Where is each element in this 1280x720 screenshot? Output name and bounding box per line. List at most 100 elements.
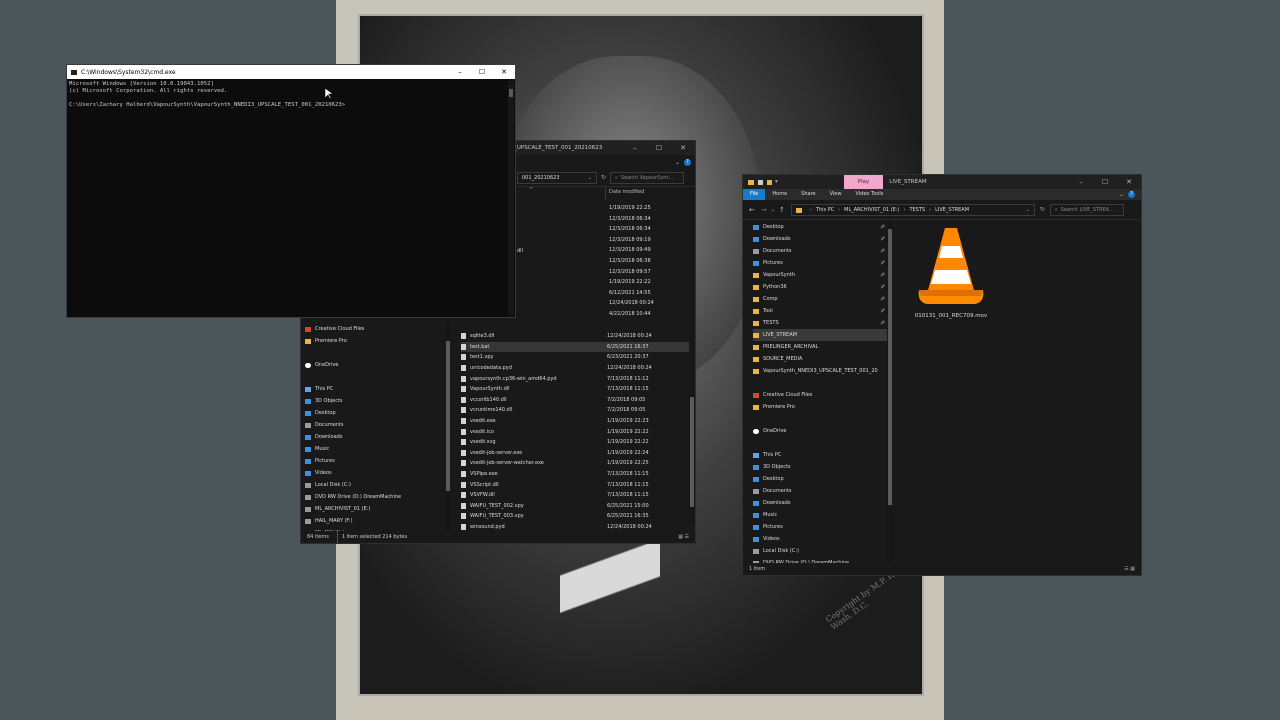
search-input[interactable]: ⌕ Search LIVE_STREA...	[1049, 203, 1124, 216]
nav-item[interactable]: SOURCE_MEDIA	[753, 353, 889, 365]
ribbon-tab[interactable]: Share	[794, 189, 822, 200]
file-row[interactable]: VapourSynth.dll 7/13/2018 11:15	[461, 384, 691, 395]
nav-item[interactable]: VapourSynth_NNEDI3_UPSCALE_TEST_001_20	[753, 365, 889, 377]
nav-item[interactable]: Downloads	[305, 431, 451, 443]
chevron-down-icon[interactable]: ⌄	[588, 173, 592, 184]
breadcrumb-item[interactable]: ML_ARCHIVIST_01 (E:)	[844, 205, 899, 215]
minimize-icon[interactable]: –	[623, 141, 647, 155]
nav-item[interactable]: Local Disk (C:)	[305, 479, 451, 491]
file-scrollbar[interactable]	[689, 187, 695, 523]
back-arrow-icon[interactable]: ←	[749, 206, 755, 214]
file-row[interactable]: test.bat 6/25/2021 16:37	[461, 341, 691, 353]
qat-dropdown-icon[interactable]: ▾	[775, 179, 778, 185]
nav-item[interactable]: Pictures	[753, 521, 889, 533]
new-folder-icon[interactable]	[767, 179, 772, 185]
ribbon-tab[interactable]: File	[743, 189, 766, 200]
nav-item[interactable]: Music	[753, 509, 889, 521]
file-row[interactable]: vsedit.exe 1/19/2019 22:23	[461, 416, 691, 427]
nav-item[interactable]: Desktop 📌	[753, 221, 889, 233]
close-icon[interactable]: ✕	[1117, 175, 1141, 189]
nav-item[interactable]: Downloads	[753, 497, 889, 509]
nav-scrollbar[interactable]	[445, 321, 451, 531]
view-toggle-icon[interactable]: ☰ ▦	[1124, 563, 1135, 575]
navigation-pane[interactable]: Creative Cloud Files Premiere Pro OneDrive…	[305, 323, 451, 535]
breadcrumb-separator-icon[interactable]: ›	[810, 205, 812, 215]
refresh-icon[interactable]: ↻	[1040, 206, 1045, 213]
breadcrumb-separator-icon[interactable]: ›	[929, 205, 931, 215]
maximize-icon[interactable]: ☐	[1093, 175, 1117, 189]
nav-item[interactable]: Comp 📌	[753, 293, 889, 305]
nav-item[interactable]: Documents 📌	[753, 245, 889, 257]
nav-item[interactable]: Python36 📌	[753, 281, 889, 293]
nav-item[interactable]: OneDrive	[753, 425, 889, 437]
nav-item[interactable]: Local Disk (C:)	[753, 545, 889, 557]
nav-item[interactable]: Pictures	[305, 455, 451, 467]
navigation-pane[interactable]: Desktop 📌 Downloads 📌 Documents 📌 Pictures 📌 Vap…	[753, 221, 889, 565]
file-row[interactable]: VSScript.dll 7/13/2018 11:15	[461, 479, 691, 490]
nav-item[interactable]: Premiere Pro	[305, 335, 451, 347]
address-bar[interactable]: 001_20210623 ⌄	[517, 171, 597, 184]
nav-item[interactable]: DVD RW Drive (D:) DreamMachine	[305, 491, 451, 503]
file-row[interactable]: vcruntime140.dll 7/2/2018 09:05	[461, 405, 691, 416]
nav-item[interactable]: 3D Objects	[753, 461, 889, 473]
cmd-title-bar[interactable]: C:\Windows\System32\cmd.exe – ☐ ✕	[67, 65, 515, 79]
breadcrumb-item[interactable]: TESTS	[909, 205, 925, 215]
nav-item[interactable]: HAIL_MARY (F:)	[305, 515, 451, 527]
nav-item[interactable]: Desktop	[305, 407, 451, 419]
file-row[interactable]: vccorlib140.dll 7/2/2018 09:05	[461, 395, 691, 406]
help-icon[interactable]: ?	[1128, 191, 1135, 198]
file-row[interactable]: vsedit.ico 1/19/2019 22:22	[461, 426, 691, 437]
minimize-icon[interactable]: –	[1069, 175, 1093, 189]
cmd-window[interactable]: C:\Windows\System32\cmd.exe – ☐ ✕ Micros…	[66, 64, 516, 318]
up-arrow-icon[interactable]: ↑	[779, 206, 785, 214]
nav-item[interactable]: ML_ARCHIVIST_01 (E:)	[305, 503, 451, 515]
nav-item[interactable]: PRELINGER_ARCHIVAL	[753, 341, 889, 353]
nav-item[interactable]: Creative Cloud Files	[305, 323, 451, 335]
breadcrumb-separator-icon[interactable]: ›	[903, 205, 905, 215]
cmd-output[interactable]: Microsoft Windows [Version 10.0.19043.10…	[67, 79, 515, 111]
file-row[interactable]: vsedit-job-server-watcher.exe 1/19/2019 2…	[461, 458, 691, 469]
help-icon[interactable]: ?	[684, 158, 691, 166]
maximize-icon[interactable]: ☐	[471, 65, 493, 79]
file-row[interactable]: WAIFU_TEST_003.vpy 6/25/2021 16:35	[461, 511, 691, 522]
properties-icon[interactable]	[758, 179, 763, 185]
file-row[interactable]: VSVFW.dll 7/13/2018 11:15	[461, 490, 691, 501]
cmd-scrollbar[interactable]	[508, 81, 514, 315]
close-icon[interactable]: ✕	[493, 65, 515, 79]
nav-item[interactable]: Pictures 📌	[753, 257, 889, 269]
file-row[interactable]: WAIFU_TEST_002.vpy 6/25/2021 15:00	[461, 501, 691, 512]
search-input[interactable]: ⌕ Search VapourSynt...	[610, 171, 685, 184]
breadcrumb-separator-icon[interactable]: ›	[838, 205, 840, 215]
title-bar[interactable]: ▾ Play LIVE_STREAM – ☐ ✕	[743, 175, 1141, 189]
date-modified-header[interactable]: Date modified	[609, 189, 644, 195]
breadcrumb-item[interactable]: LIVE_STREAM	[935, 205, 969, 215]
ribbon-expand-icon[interactable]: ⌄	[675, 159, 680, 166]
file-row[interactable]: vapoursynth.cp36-win_amd64.pyd 7/13/2018 …	[461, 373, 691, 384]
file-row[interactable]: unicodedata.pyd 12/24/2018 00:24	[461, 363, 691, 374]
nav-item[interactable]: This PC	[305, 383, 451, 395]
nav-item[interactable]: Documents	[305, 419, 451, 431]
breadcrumb-item[interactable]: This PC	[816, 205, 834, 215]
nav-item[interactable]: Creative Cloud Files	[753, 389, 889, 401]
view-toggle-icon[interactable]: ▦ ☰	[678, 531, 689, 543]
nav-item[interactable]: Videos	[753, 533, 889, 545]
nav-item[interactable]: OneDrive	[305, 359, 451, 371]
nav-item[interactable]: Music	[305, 443, 451, 455]
file-row[interactable]: vsedit.svg 1/19/2019 22:22	[461, 437, 691, 448]
minimize-icon[interactable]: –	[449, 65, 471, 79]
sort-arrow-icon[interactable]: ^	[529, 187, 533, 193]
ribbon-tab[interactable]: Home	[765, 189, 794, 200]
forward-arrow-icon[interactable]: →	[761, 206, 767, 214]
nav-item[interactable]: Tool 📌	[753, 305, 889, 317]
play-contextual-tab[interactable]: Play	[843, 175, 884, 189]
refresh-icon[interactable]: ↻	[601, 174, 606, 181]
nav-item[interactable]: This PC	[753, 449, 889, 461]
file-row[interactable]: sqlite3.dll 12/24/2018 00:24	[461, 331, 691, 342]
recent-locations-icon[interactable]: ⌄	[771, 207, 775, 213]
file-row[interactable]: test1.vpy 6/23/2021 20:37	[461, 352, 691, 363]
nav-item[interactable]: Premiere Pro	[753, 401, 889, 413]
close-icon[interactable]: ✕	[671, 141, 695, 155]
nav-item[interactable]: TESTS 📌	[753, 317, 889, 329]
file-item-mov[interactable]: 010131_001_REC709.mov	[910, 224, 992, 319]
ribbon-tab[interactable]: Video Tools	[848, 189, 890, 200]
